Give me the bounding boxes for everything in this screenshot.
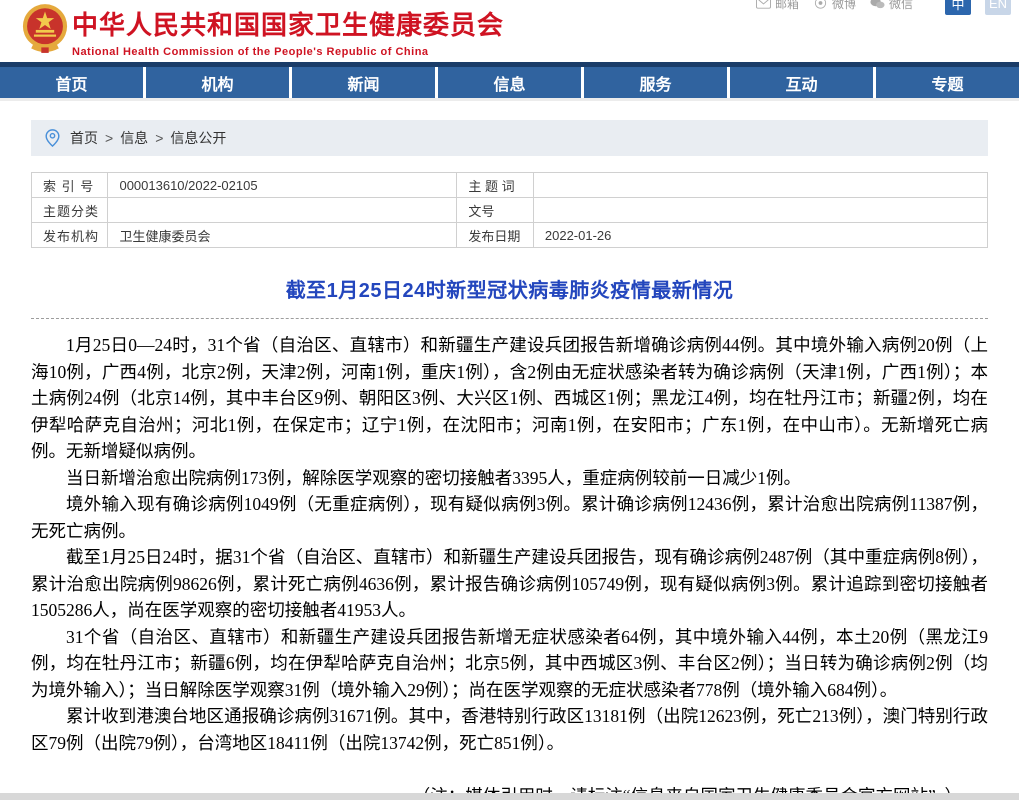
nav-item-info[interactable]: 信息 — [435, 67, 581, 98]
nav-item-interact[interactable]: 互动 — [727, 67, 873, 98]
publish-date-label: 发布日期 — [457, 223, 533, 248]
topic-category-label: 主题分类 — [32, 198, 108, 223]
topic-category-value — [108, 198, 457, 223]
index-number-label: 索 引 号 — [32, 173, 108, 198]
wechat-icon — [870, 0, 885, 9]
national-emblem-logo — [22, 2, 68, 56]
weibo-link[interactable]: 微博 — [813, 0, 856, 12]
mail-label: 邮箱 — [775, 0, 799, 12]
mail-link[interactable]: 邮箱 — [756, 0, 799, 12]
utility-bar: 邮箱 微博 微信 中 EN — [756, 0, 1011, 15]
document-meta-table: 索 引 号 000013610/2022-02105 主 题 词 主题分类 文号… — [31, 172, 988, 248]
publish-date-value: 2022-01-26 — [533, 223, 987, 248]
article-paragraph: 累计收到港澳台地区通报确诊病例31671例。其中，香港特别行政区13181例（出… — [31, 703, 988, 756]
location-pin-icon — [45, 129, 60, 147]
breadcrumb: 首页 > 信息 > 信息公开 — [31, 120, 988, 156]
site-title: 中华人民共和国国家卫生健康委员会 — [72, 5, 504, 42]
mail-icon — [756, 0, 771, 9]
nav-item-home[interactable]: 首页 — [0, 67, 143, 98]
weibo-icon — [813, 0, 828, 9]
article-title: 截至1月25日24时新型冠状病毒肺炎疫情最新情况 — [31, 274, 988, 303]
breadcrumb-home[interactable]: 首页 — [70, 128, 98, 148]
dashed-separator — [31, 318, 988, 319]
article-paragraph: 当日新增治愈出院病例173例，解除医学观察的密切接触者3395人，重症病例较前一… — [31, 465, 988, 492]
article-paragraph: 31个省（自治区、直辖市）和新疆生产建设兵团报告新增无症状感染者64例，其中境外… — [31, 624, 988, 704]
issuing-agency-label: 发布机构 — [32, 223, 108, 248]
issuing-agency-value: 卫生健康委员会 — [108, 223, 457, 248]
article-paragraph: 境外输入现有确诊病例1049例（无重症病例），现有疑似病例3例。累计确诊病例12… — [31, 491, 988, 544]
table-row: 索 引 号 000013610/2022-02105 主 题 词 — [32, 173, 988, 198]
main-nav: 首页 机构 新闻 信息 服务 互动 专题 — [0, 67, 1019, 101]
subject-words-value — [533, 173, 987, 198]
nav-item-topics[interactable]: 专题 — [873, 67, 1019, 98]
nav-item-news[interactable]: 新闻 — [289, 67, 435, 98]
lang-english-button[interactable]: EN — [985, 0, 1011, 15]
nav-item-agency[interactable]: 机构 — [143, 67, 289, 98]
footer-bar — [0, 793, 1019, 800]
site-header: 中华人民共和国国家卫生健康委员会 National Health Commiss… — [0, 0, 1019, 62]
breadcrumb-separator: > — [155, 130, 163, 146]
article-body: 1月25日0—24时，31个省（自治区、直辖市）和新疆生产建设兵团报告新增确诊病… — [31, 332, 988, 756]
article-paragraph: 截至1月25日24时，据31个省（自治区、直辖市）和新疆生产建设兵团报告，现有确… — [31, 544, 988, 624]
doc-number-label: 文号 — [457, 198, 533, 223]
table-row: 发布机构 卫生健康委员会 发布日期 2022-01-26 — [32, 223, 988, 248]
site-subtitle: National Health Commission of the People… — [72, 46, 504, 58]
wechat-link[interactable]: 微信 — [870, 0, 913, 12]
article-paragraph: 1月25日0—24时，31个省（自治区、直辖市）和新疆生产建设兵团报告新增确诊病… — [31, 332, 988, 465]
breadcrumb-info-disclosure[interactable]: 信息公开 — [170, 128, 226, 148]
lang-chinese-button[interactable]: 中 — [945, 0, 971, 15]
breadcrumb-separator: > — [105, 130, 113, 146]
breadcrumb-info[interactable]: 信息 — [120, 128, 148, 148]
doc-number-value — [533, 198, 987, 223]
table-row: 主题分类 文号 — [32, 198, 988, 223]
nav-item-service[interactable]: 服务 — [581, 67, 727, 98]
index-number-value: 000013610/2022-02105 — [108, 173, 457, 198]
wechat-label: 微信 — [889, 0, 913, 12]
weibo-label: 微博 — [832, 0, 856, 12]
subject-words-label: 主 题 词 — [457, 173, 533, 198]
